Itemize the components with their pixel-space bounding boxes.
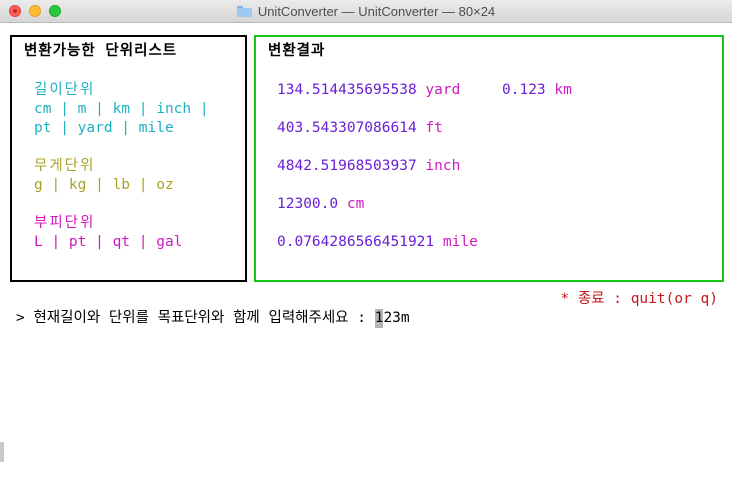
prompt-text: > 현재길이와 단위를 목표단위와 함께 입력해주세요 :	[16, 310, 375, 326]
result-unit: inch	[425, 158, 461, 174]
result-unit: km	[554, 82, 572, 98]
result-row: 4842.51968503937 inch	[277, 157, 460, 176]
result-value: 12300.0	[277, 196, 339, 212]
result-value: 0.0764286566451921	[277, 234, 435, 250]
length-units-line2: pt | yard | mile	[34, 120, 174, 136]
weight-units-line1: g | kg | lb | oz	[34, 177, 174, 193]
scrollbar[interactable]	[0, 442, 4, 462]
input-text[interactable]: 23m	[383, 310, 409, 326]
result-row: 134.514435695538 yard	[277, 81, 460, 100]
volume-units-title: 부피단위	[34, 215, 96, 231]
result-row: 0.123 km	[502, 81, 572, 100]
result-value: 4842.51968503937	[277, 158, 417, 174]
folder-icon	[236, 5, 252, 17]
length-units-line1: cm | m | km | inch |	[34, 101, 209, 117]
unit-list-heading: 변환가능한 단위리스트	[24, 43, 178, 59]
result-unit: yard	[425, 82, 461, 98]
terminal-window: UnitConverter — UnitConverter — 80×24 변환…	[0, 0, 732, 485]
volume-units-line1: L | pt | qt | gal	[34, 234, 183, 250]
result-row: 403.543307086614 ft	[277, 119, 443, 138]
quit-hint: * 종료 : quit(or q)	[560, 291, 718, 307]
result-row: 0.0764286566451921 mile	[277, 233, 478, 252]
window-title-group: UnitConverter — UnitConverter — 80×24	[0, 0, 732, 22]
result-value: 134.514435695538	[277, 82, 417, 98]
result-unit: cm	[346, 196, 365, 212]
result-value: 0.123	[502, 82, 546, 98]
terminal-content[interactable]: 변환가능한 단위리스트 길이단위 cm | m | km | inch | pt…	[0, 23, 732, 485]
result-unit: ft	[425, 120, 443, 136]
title-bar: UnitConverter — UnitConverter — 80×24	[0, 0, 732, 23]
length-units-title: 길이단위	[34, 82, 96, 98]
result-heading: 변환결과	[268, 43, 326, 59]
weight-units-title: 무게단위	[34, 158, 96, 174]
result-row: 12300.0 cm	[277, 195, 364, 214]
window-title: UnitConverter — UnitConverter — 80×24	[257, 3, 496, 19]
result-value: 403.543307086614	[277, 120, 417, 136]
input-prompt-line: > 현재길이와 단위를 목표단위와 함께 입력해주세요 : 123m	[16, 309, 410, 328]
result-unit: mile	[442, 234, 478, 250]
